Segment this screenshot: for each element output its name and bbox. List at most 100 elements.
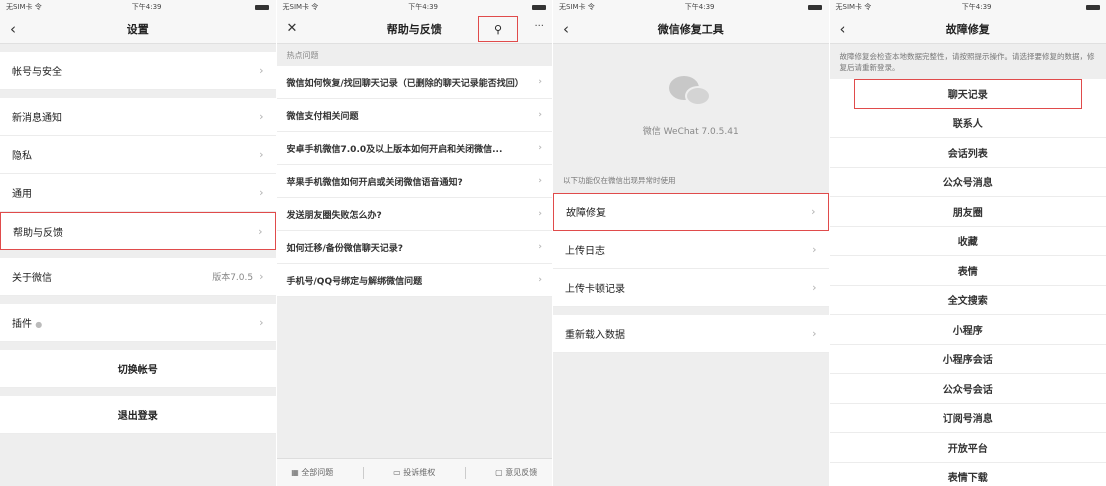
page-title: 微信修复工具 [657,22,724,36]
row-label: 关于微信 [12,273,52,284]
list-item[interactable]: 收藏 [829,226,1106,256]
upload-log-item[interactable]: 上传日志 › [553,230,829,269]
chevron-right-icon: › [538,143,542,153]
nav-bar: ✕ 帮助与反馈 ⚲ ··· [276,14,552,44]
nav-bar: ‹ 微信修复工具 [553,14,829,44]
app-info: 微信 WeChat 7.0.5.41 [553,44,829,168]
general-group: 新消息通知 › 隐私 › 通用 › 帮助与反馈 › [0,98,276,250]
chevron-right-icon: › [812,326,817,340]
row-label: 上传日志 [565,245,605,257]
list-item[interactable]: 如何迁移/备份微信聊天记录? › [276,231,552,264]
chevron-right-icon: › [538,242,542,252]
list-item[interactable]: 开放平台 [829,433,1106,463]
version-value: 版本7.0.5 [212,273,254,283]
list-item[interactable]: 朋友圈 [829,197,1106,227]
nav-bar: ‹ 故障修复 [829,14,1106,44]
status-bar: 无SIM卡 令 下午4:39 [0,0,276,14]
chevron-right-icon: › [258,224,263,238]
carrier-label: 无SIM卡 令 [282,3,319,11]
list-item[interactable]: 联系人 [829,108,1106,138]
list-item[interactable]: 订阅号消息 [829,403,1106,433]
row-label: 插件 [12,319,32,330]
account-group: 帐号与安全 › [0,52,276,90]
list-item[interactable]: 微信支付相关问题 › [276,99,552,132]
section-header: 热点问题 [276,44,552,66]
nav-bar: ‹ 设置 [0,14,276,44]
list-item[interactable]: 公众号消息 [829,167,1106,197]
list-item[interactable]: 聊天记录 [853,79,1082,109]
chevron-right-icon: › [259,110,264,123]
list-item[interactable]: 发送朋友圈失败怎么办? › [276,198,552,231]
page-title: 帮助与反馈 [386,22,442,36]
row-label: 通用 [12,189,32,200]
row-label: 上传卡顿记录 [565,283,625,295]
back-icon[interactable]: ‹ [563,20,569,38]
list-item[interactable]: 小程序会话 [829,344,1106,374]
time-label: 下午4:39 [408,3,438,11]
row-label: 重新载入数据 [565,329,625,341]
row-label: 新消息通知 [12,113,62,124]
tab-complaints[interactable]: ▭ 投诉维权 [393,467,435,478]
status-bar: 无SIM卡 令 下午4:39 [553,0,829,14]
list-item[interactable]: 微信如何恢复/找回聊天记录（已删除的聊天记录能否找回） › [276,66,552,99]
chevron-right-icon: › [538,275,542,285]
settings-item-account-security[interactable]: 帐号与安全 › [0,52,276,90]
time-label: 下午4:39 [684,3,715,11]
back-icon[interactable]: ‹ [840,20,846,38]
chevron-right-icon: › [538,77,542,87]
carrier-label: 无SIM卡 令 [559,3,595,11]
page-title: 故障修复 [945,22,990,36]
repair-tool-screen: 无SIM卡 令 下午4:39 ‹ 微信修复工具 微信 WeChat 7.0.5.… [553,0,830,486]
row-label: 帮助与反馈 [13,227,63,239]
settings-item-plugins[interactable]: 插件 ● › [0,304,276,342]
list-item[interactable]: 全文搜索 [829,285,1106,315]
list-item[interactable]: 手机号/QQ号绑定与解绑微信问题 › [276,264,552,297]
settings-item-about[interactable]: 关于微信 版本7.0.5 › [0,258,276,296]
version-label: 微信 WeChat 7.0.5.41 [642,126,739,137]
chevron-right-icon: › [812,242,817,256]
battery-icon [1082,3,1100,11]
plugin-icon: ● [35,320,43,329]
more-icon[interactable]: ··· [534,21,544,32]
logout-button[interactable]: 退出登录 [0,396,276,434]
chevron-right-icon: › [259,270,264,283]
list-item[interactable]: 表情下载 [829,462,1106,486]
back-icon[interactable]: ‹ [10,20,16,38]
switch-account-button[interactable]: 切换帐号 [0,350,276,388]
help-feedback-screen: 无SIM卡 令 下午4:39 ✕ 帮助与反馈 ⚲ ··· 热点问题 微信如何恢复… [276,0,553,486]
reload-data-item[interactable]: 重新载入数据 › [553,314,829,353]
settings-item-general[interactable]: 通用 › [0,174,276,212]
chevron-right-icon: › [812,280,817,294]
list-item[interactable]: 苹果手机微信如何开启或关闭微信语音通知? › [276,165,552,198]
row-label: 帐号与安全 [12,67,62,78]
settings-item-help-feedback[interactable]: 帮助与反馈 › [0,212,276,250]
time-label: 下午4:39 [961,3,992,11]
hint-text: 故障修复会检查本地数据完整性，请按照提示操作。请选择要修复的数据，修复后请重新登… [829,44,1106,79]
time-label: 下午4:39 [131,3,162,11]
repair-options-list: 聊天记录 联系人 会话列表 公众号消息 朋友圈 收藏 表情 全文搜索 小程序 小… [829,79,1106,486]
hint-text: 以下功能仅在微信出现异常时使用 [553,168,829,193]
list-item[interactable]: 公众号会话 [829,374,1106,404]
list-item[interactable]: 表情 [829,256,1106,286]
fault-repair-screen: 无SIM卡 令 下午4:39 ‹ 故障修复 故障修复会检查本地数据完整性，请按照… [829,0,1106,486]
tab-all-questions[interactable]: ▦ 全部问题 [291,467,333,478]
list-item[interactable]: 会话列表 [829,138,1106,168]
wechat-logo-icon [668,75,713,110]
status-bar: 无SIM卡 令 下午4:39 [829,0,1106,14]
chevron-right-icon: › [259,148,264,161]
battery-icon [528,3,546,11]
close-icon[interactable]: ✕ [287,21,298,36]
row-label: 故障修复 [566,208,606,219]
tab-feedback[interactable]: ▢ 意见反馈 [495,467,537,478]
battery-icon [251,3,270,11]
carrier-label: 无SIM卡 令 [6,3,42,11]
settings-item-privacy[interactable]: 隐私 › [0,136,276,174]
carrier-label: 无SIM卡 令 [835,3,872,11]
settings-item-notifications[interactable]: 新消息通知 › [0,98,276,136]
upload-lag-record-item[interactable]: 上传卡顿记录 › [553,268,829,307]
chevron-right-icon: › [538,110,542,120]
list-item[interactable]: 安卓手机微信7.0.0及以上版本如何开启和关闭微信... › [276,132,552,165]
fault-repair-item[interactable]: 故障修复 › [553,192,829,231]
wrench-icon[interactable]: ⚲ [478,16,518,42]
list-item[interactable]: 小程序 [829,315,1106,345]
